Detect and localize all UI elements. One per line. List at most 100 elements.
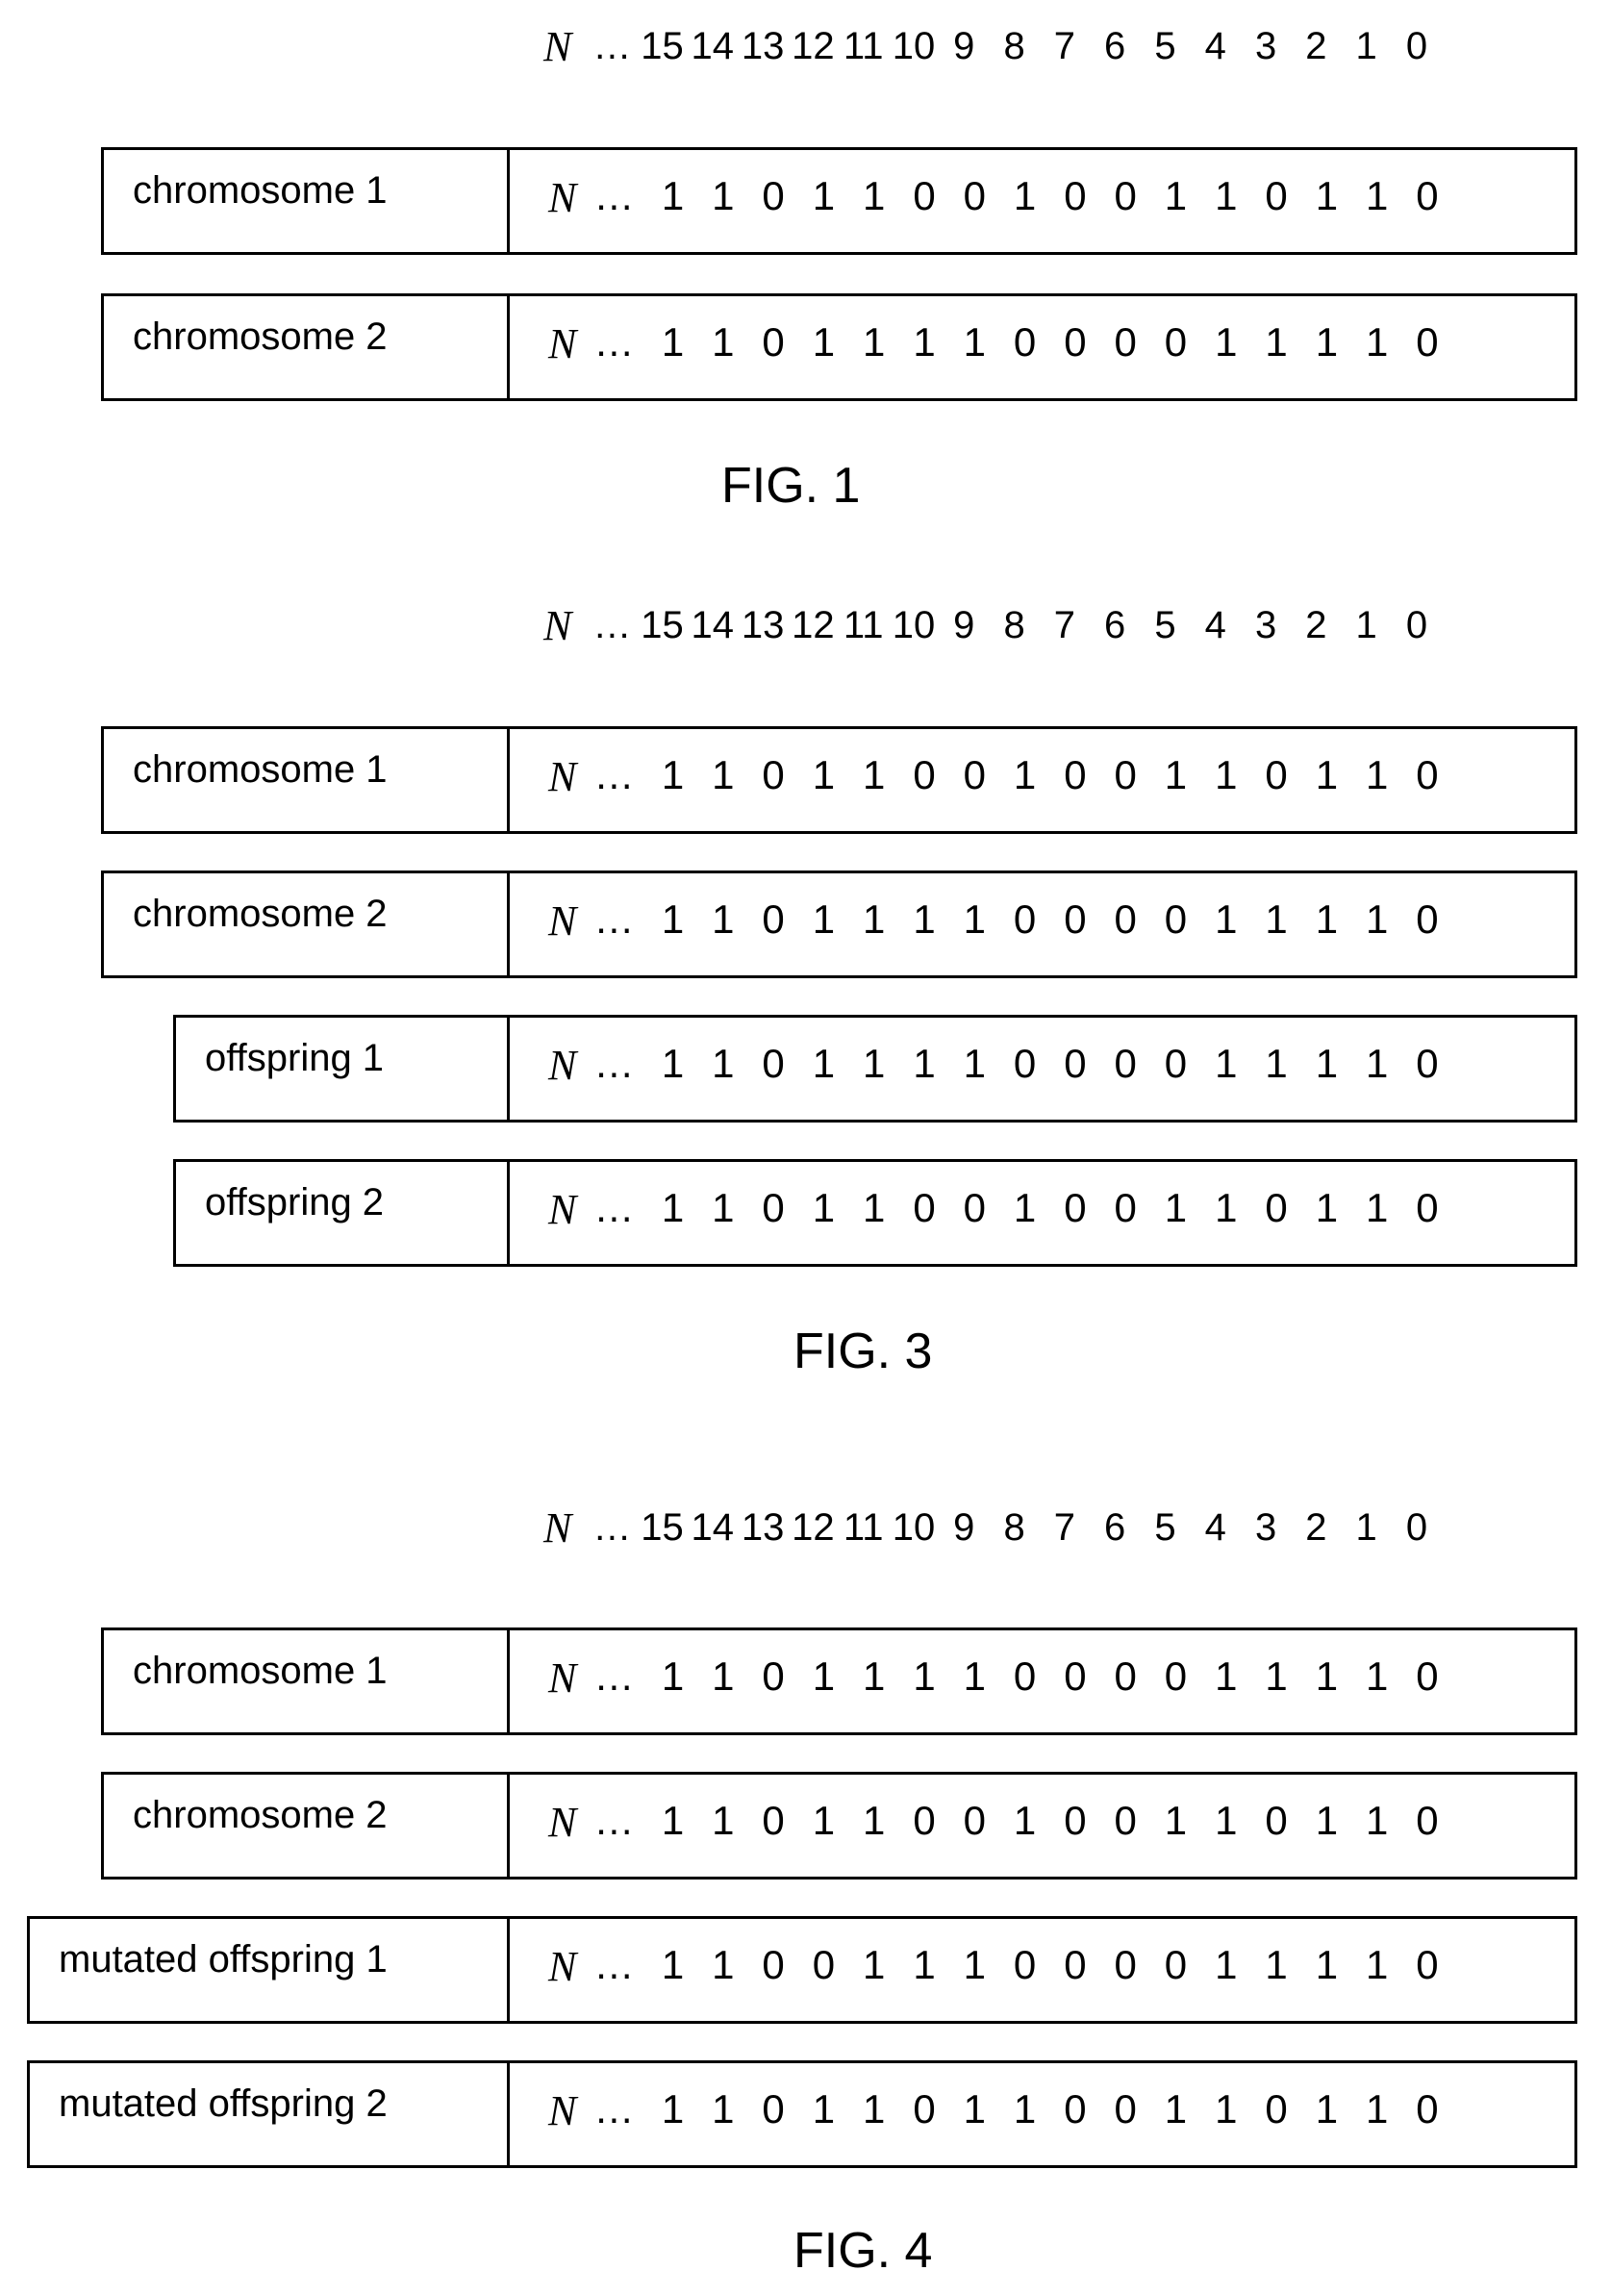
bit-value: 0 bbox=[1416, 1041, 1439, 1086]
bit-value: 1 bbox=[812, 2086, 836, 2132]
bit-value: 1 bbox=[1365, 319, 1389, 365]
bit-value: 0 bbox=[913, 1185, 936, 1230]
bit-value: 0 bbox=[762, 1653, 785, 1699]
bit-value: 1 bbox=[712, 896, 735, 942]
bit-value: 1 bbox=[1315, 173, 1339, 218]
bit-value: 1 bbox=[712, 752, 735, 797]
ellipsis: … bbox=[593, 173, 635, 218]
bit-index: 2 bbox=[1305, 1505, 1327, 1549]
bit-index: 11 bbox=[843, 603, 884, 646]
bit-value: 1 bbox=[1315, 1798, 1339, 1843]
bit-value: 0 bbox=[1064, 752, 1087, 797]
bit-value: 1 bbox=[1365, 1942, 1389, 1987]
bit-value: 0 bbox=[1064, 2086, 1087, 2132]
n-symbol: N bbox=[548, 1186, 577, 1233]
bit-value: 0 bbox=[1265, 1185, 1288, 1230]
bit-value: 1 bbox=[812, 319, 836, 365]
bit-value: 1 bbox=[963, 1653, 986, 1699]
bit-value: 1 bbox=[1164, 2086, 1188, 2132]
bit-string: N… 1 1 0 1 1 0 0 1 0 0 1 1 0 1 1 0 bbox=[510, 1162, 1452, 1264]
bit-index: 4 bbox=[1204, 603, 1226, 646]
bit-index: 11 bbox=[843, 24, 884, 67]
bit-value: 0 bbox=[1416, 1798, 1439, 1843]
bit-value: 1 bbox=[661, 752, 685, 797]
bit-value: 0 bbox=[1416, 752, 1439, 797]
bit-value: 1 bbox=[1013, 752, 1037, 797]
bit-value: 1 bbox=[1315, 319, 1339, 365]
bit-value: 1 bbox=[1215, 752, 1238, 797]
bit-value: 0 bbox=[1013, 1653, 1037, 1699]
bit-value: 0 bbox=[1013, 319, 1037, 365]
bit-value: 0 bbox=[762, 319, 785, 365]
ellipsis: … bbox=[593, 319, 635, 365]
bit-value: 1 bbox=[1164, 1185, 1188, 1230]
bit-value: 0 bbox=[1416, 2086, 1439, 2132]
bit-index: 8 bbox=[1003, 603, 1025, 646]
n-symbol: N bbox=[543, 1503, 572, 1552]
bit-index: 14 bbox=[691, 24, 735, 67]
bit-index: 15 bbox=[641, 1505, 684, 1549]
bit-value: 0 bbox=[1114, 173, 1137, 218]
bit-value: 1 bbox=[1365, 1041, 1389, 1086]
bit-value: 0 bbox=[1416, 896, 1439, 942]
bit-index: 0 bbox=[1405, 603, 1428, 646]
bit-value: 1 bbox=[661, 1041, 685, 1086]
bit-index: 9 bbox=[953, 1505, 975, 1549]
n-symbol: N bbox=[548, 1654, 577, 1702]
bit-value: 0 bbox=[963, 173, 986, 218]
bit-index: 1 bbox=[1355, 603, 1377, 646]
bit-value: 0 bbox=[762, 173, 785, 218]
bit-value: 1 bbox=[1215, 1653, 1238, 1699]
bit-index: 5 bbox=[1154, 603, 1176, 646]
bit-value: 1 bbox=[1315, 1653, 1339, 1699]
bit-value: 1 bbox=[1315, 1942, 1339, 1987]
bit-index: 14 bbox=[691, 603, 735, 646]
bit-value: 0 bbox=[1114, 1653, 1137, 1699]
bit-value: 0 bbox=[1013, 896, 1037, 942]
bit-value: 1 bbox=[1365, 173, 1389, 218]
bit-index: 8 bbox=[1003, 1505, 1025, 1549]
bit-value: 1 bbox=[712, 2086, 735, 2132]
bit-index: 13 bbox=[741, 1505, 785, 1549]
bit-value: 1 bbox=[1013, 1185, 1037, 1230]
bit-index: 1 bbox=[1355, 24, 1377, 67]
ellipsis: … bbox=[593, 1653, 635, 1699]
bit-string: N… 1 1 0 1 1 0 0 1 0 0 1 1 0 1 1 0 bbox=[510, 1775, 1452, 1877]
bit-value: 1 bbox=[1215, 1942, 1238, 1987]
bit-value: 1 bbox=[1215, 1041, 1238, 1086]
bit-string: N… 1 1 0 1 1 0 1 1 0 0 1 1 0 1 1 0 bbox=[510, 2063, 1452, 2165]
bit-value: 1 bbox=[661, 896, 685, 942]
bit-value: 1 bbox=[661, 1798, 685, 1843]
n-symbol: N bbox=[543, 22, 572, 70]
chromosome-row: chromosome 2 N… 1 1 0 1 1 1 1 0 0 0 0 1 1 1 1 0 bbox=[101, 870, 1577, 978]
bit-index: 7 bbox=[1053, 1505, 1075, 1549]
bit-index: 10 bbox=[892, 603, 936, 646]
n-symbol: N bbox=[548, 897, 577, 945]
bit-index: 12 bbox=[792, 24, 835, 67]
bit-value: 0 bbox=[762, 1041, 785, 1086]
bit-index: 9 bbox=[953, 603, 975, 646]
chromosome-row: chromosome 2 N… 1 1 0 1 1 0 0 1 0 0 1 1 0 1 1 0 bbox=[101, 1772, 1577, 1880]
chromosome-row: chromosome 2 N… 1 1 0 1 1 1 1 0 0 0 0 1 1 1 1 0 bbox=[101, 293, 1577, 401]
bit-value: 0 bbox=[1265, 173, 1288, 218]
row-label: chromosome 2 bbox=[104, 1775, 510, 1877]
bit-index: 0 bbox=[1405, 1505, 1428, 1549]
bit-value: 0 bbox=[1013, 1041, 1037, 1086]
bit-value: 0 bbox=[1064, 1041, 1087, 1086]
bit-value: 1 bbox=[1215, 2086, 1238, 2132]
bit-index: 7 bbox=[1053, 603, 1075, 646]
bit-value: 0 bbox=[1064, 319, 1087, 365]
ellipsis: … bbox=[592, 24, 632, 67]
bit-value: 1 bbox=[1265, 1041, 1288, 1086]
bit-value: 0 bbox=[1064, 1653, 1087, 1699]
bit-value: 1 bbox=[1315, 2086, 1339, 2132]
bit-index: 4 bbox=[1204, 24, 1226, 67]
bit-value: 1 bbox=[913, 1653, 936, 1699]
bit-value: 0 bbox=[1114, 1041, 1137, 1086]
bit-value: 1 bbox=[1164, 1798, 1188, 1843]
bit-value: 1 bbox=[812, 1798, 836, 1843]
chromosome-row: offspring 1 N… 1 1 0 1 1 1 1 0 0 0 0 1 1 1 1 0 bbox=[173, 1015, 1577, 1123]
bit-value: 1 bbox=[1365, 1185, 1389, 1230]
n-symbol: N bbox=[548, 2087, 577, 2134]
bit-value: 0 bbox=[1164, 1041, 1188, 1086]
